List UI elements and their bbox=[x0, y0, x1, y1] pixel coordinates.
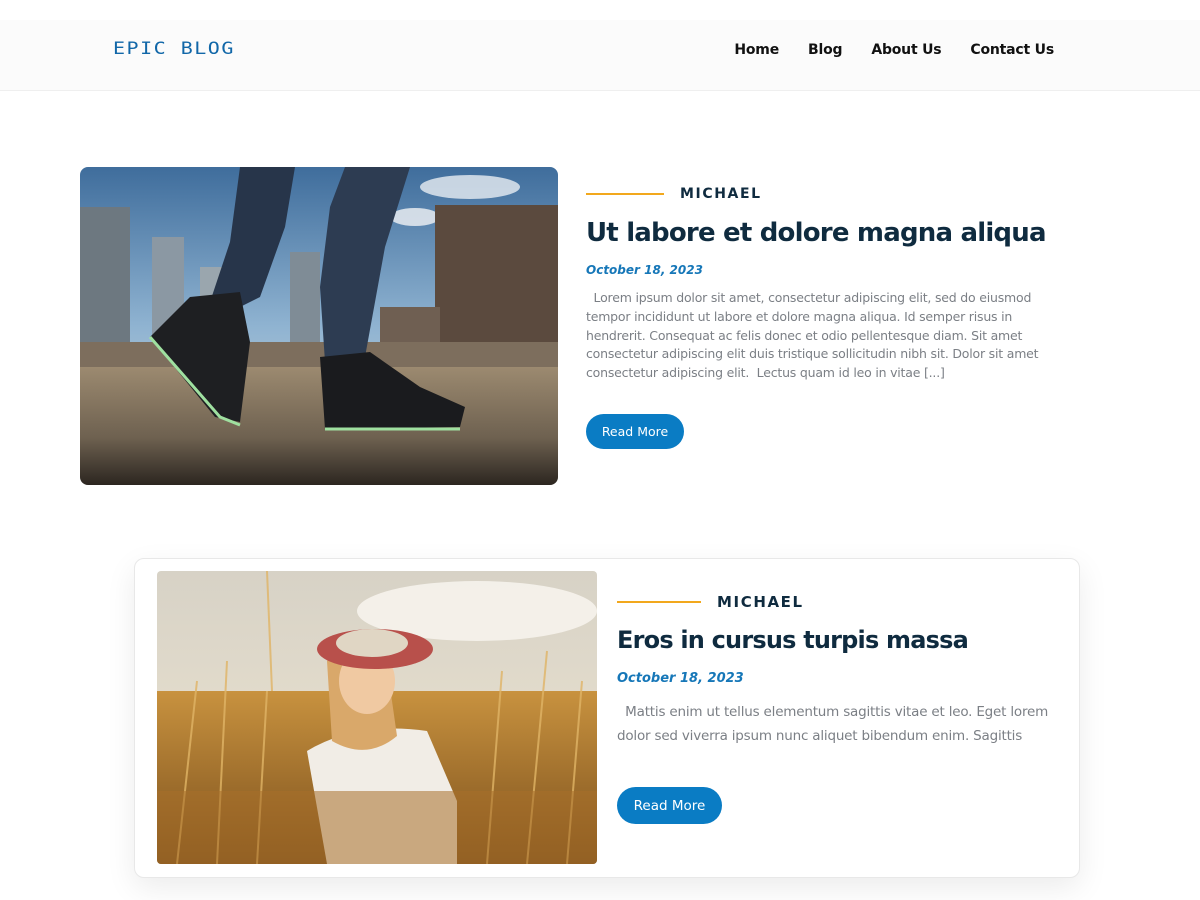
excerpt-line: consectetur adipiscing elit duis tristiq… bbox=[586, 346, 1039, 362]
excerpt-line: Mattis enim ut tellus elementum sagittis… bbox=[617, 704, 1049, 720]
post-2-date: October 18, 2023 bbox=[617, 671, 744, 686]
post-1-date: October 18, 2023 bbox=[586, 263, 703, 277]
excerpt-line: dolor sed viverra ipsum nunc aliquet bib… bbox=[617, 728, 1023, 744]
post-2-read-more-button[interactable]: Read More bbox=[617, 787, 722, 824]
nav-about-us[interactable]: About Us bbox=[871, 42, 941, 58]
woman-wheat-field-photo bbox=[157, 571, 597, 864]
post-1-image[interactable] bbox=[80, 167, 558, 485]
post-2-author[interactable]: MICHAEL bbox=[717, 593, 804, 611]
meta-divider bbox=[586, 193, 664, 195]
excerpt-line: tempor incididunt ut labore et dolore ma… bbox=[586, 308, 1013, 324]
post-1-excerpt: Lorem ipsum dolor sit amet, consectetur … bbox=[586, 289, 1056, 383]
post-2-title[interactable]: Eros in cursus turpis massa bbox=[617, 626, 969, 654]
excerpt-line: Lorem ipsum dolor sit amet, consectetur … bbox=[586, 290, 1032, 305]
site-header: EPIC BLOG Home Blog About Us Contact Us bbox=[0, 20, 1200, 91]
excerpt-line: consectetur adipiscing elit. Lectus quam… bbox=[586, 365, 945, 381]
main-nav: Home Blog About Us Contact Us bbox=[734, 42, 1054, 58]
post-1-title[interactable]: Ut labore et dolore magna aliqua bbox=[586, 218, 1047, 248]
nav-blog[interactable]: Blog bbox=[808, 42, 843, 58]
sneaker-city-photo bbox=[80, 167, 558, 485]
excerpt-line: hendrerit. Consequat ac felis donec et o… bbox=[586, 327, 1023, 343]
post-1-meta: MICHAEL bbox=[586, 186, 762, 202]
meta-divider bbox=[617, 601, 701, 603]
post-1-author[interactable]: MICHAEL bbox=[680, 186, 762, 202]
post-2-image[interactable] bbox=[157, 571, 597, 864]
site-logo[interactable]: EPIC BLOG bbox=[113, 38, 235, 58]
post-2-excerpt: Mattis enim ut tellus elementum sagittis… bbox=[617, 700, 1067, 748]
post-2-meta: MICHAEL bbox=[617, 593, 804, 611]
top-strip bbox=[0, 0, 1200, 20]
nav-home[interactable]: Home bbox=[734, 42, 779, 58]
nav-contact-us[interactable]: Contact Us bbox=[970, 42, 1054, 58]
post-1-read-more-button[interactable]: Read More bbox=[586, 414, 684, 449]
